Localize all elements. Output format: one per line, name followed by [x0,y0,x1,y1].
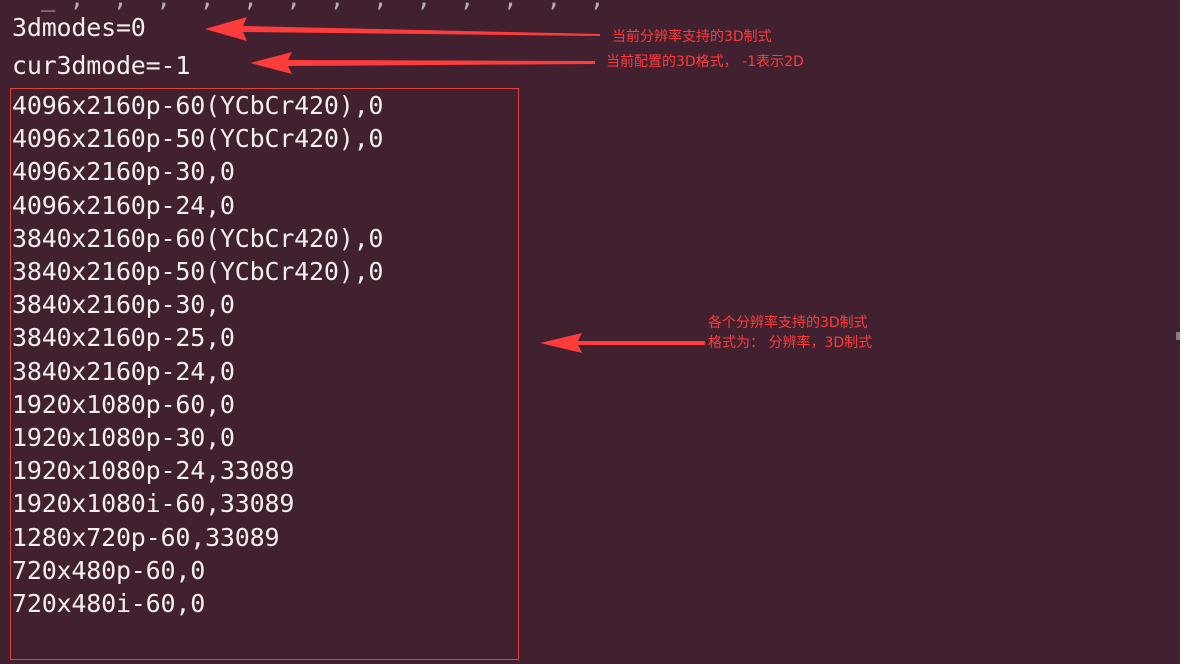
resolution-line: 3840x2160p-24,0 [12,356,235,386]
resolution-line: 3840x2160p-50(YCbCr420),0 [12,257,384,287]
partial-output-line: _ , , , , , , , , , , , , , [12,0,633,12]
list-annotation-line1: 各个分辨率支持的3D制式 [708,315,868,331]
cur3dmode-line: cur3dmode=-1 [12,51,191,80]
scrollbar-marker[interactable] [1176,332,1180,340]
cur-mode-annotation: 当前配置的3D格式， -1表示2D [606,54,804,70]
modes-annotation: 当前分辨率支持的3D制式 [612,29,772,45]
resolution-line: 720x480i-60,0 [12,589,206,619]
resolution-line: 4096x2160p-50(YCbCr420),0 [12,124,384,154]
resolution-line: 1280x720p-60,33089 [12,522,280,552]
resolution-line: 3840x2160p-25,0 [12,323,235,353]
resolution-line: 1920x1080p-60,0 [12,389,235,419]
resolution-line: 3840x2160p-30,0 [12,290,235,320]
arrow-left-icon [205,17,600,41]
resolution-line: 1920x1080p-24,33089 [12,456,295,486]
resolution-line: 4096x2160p-30,0 [12,157,235,187]
arrow-left-icon [540,333,705,353]
resolution-line: 3840x2160p-60(YCbCr420),0 [12,223,384,253]
resolution-line: 1920x1080p-30,0 [12,423,235,453]
resolution-line: 4096x2160p-60(YCbCr420),0 [12,91,384,120]
resolution-line: 4096x2160p-24,0 [12,190,235,220]
resolution-list: 4096x2160p-60(YCbCr420),0 4096x2160p-50(… [12,89,383,620]
terminal-window[interactable]: _ , , , , , , , , , , , , , 3dmodes=0 cu… [0,0,1180,664]
resolution-line: 720x480p-60,0 [12,555,206,585]
arrow-left-icon [250,52,595,74]
resolution-line: 1920x1080i-60,33089 [12,489,295,519]
3dmodes-line: 3dmodes=0 [12,13,146,42]
list-annotation-line2: 格式为： 分辨率，3D制式 [708,335,873,351]
